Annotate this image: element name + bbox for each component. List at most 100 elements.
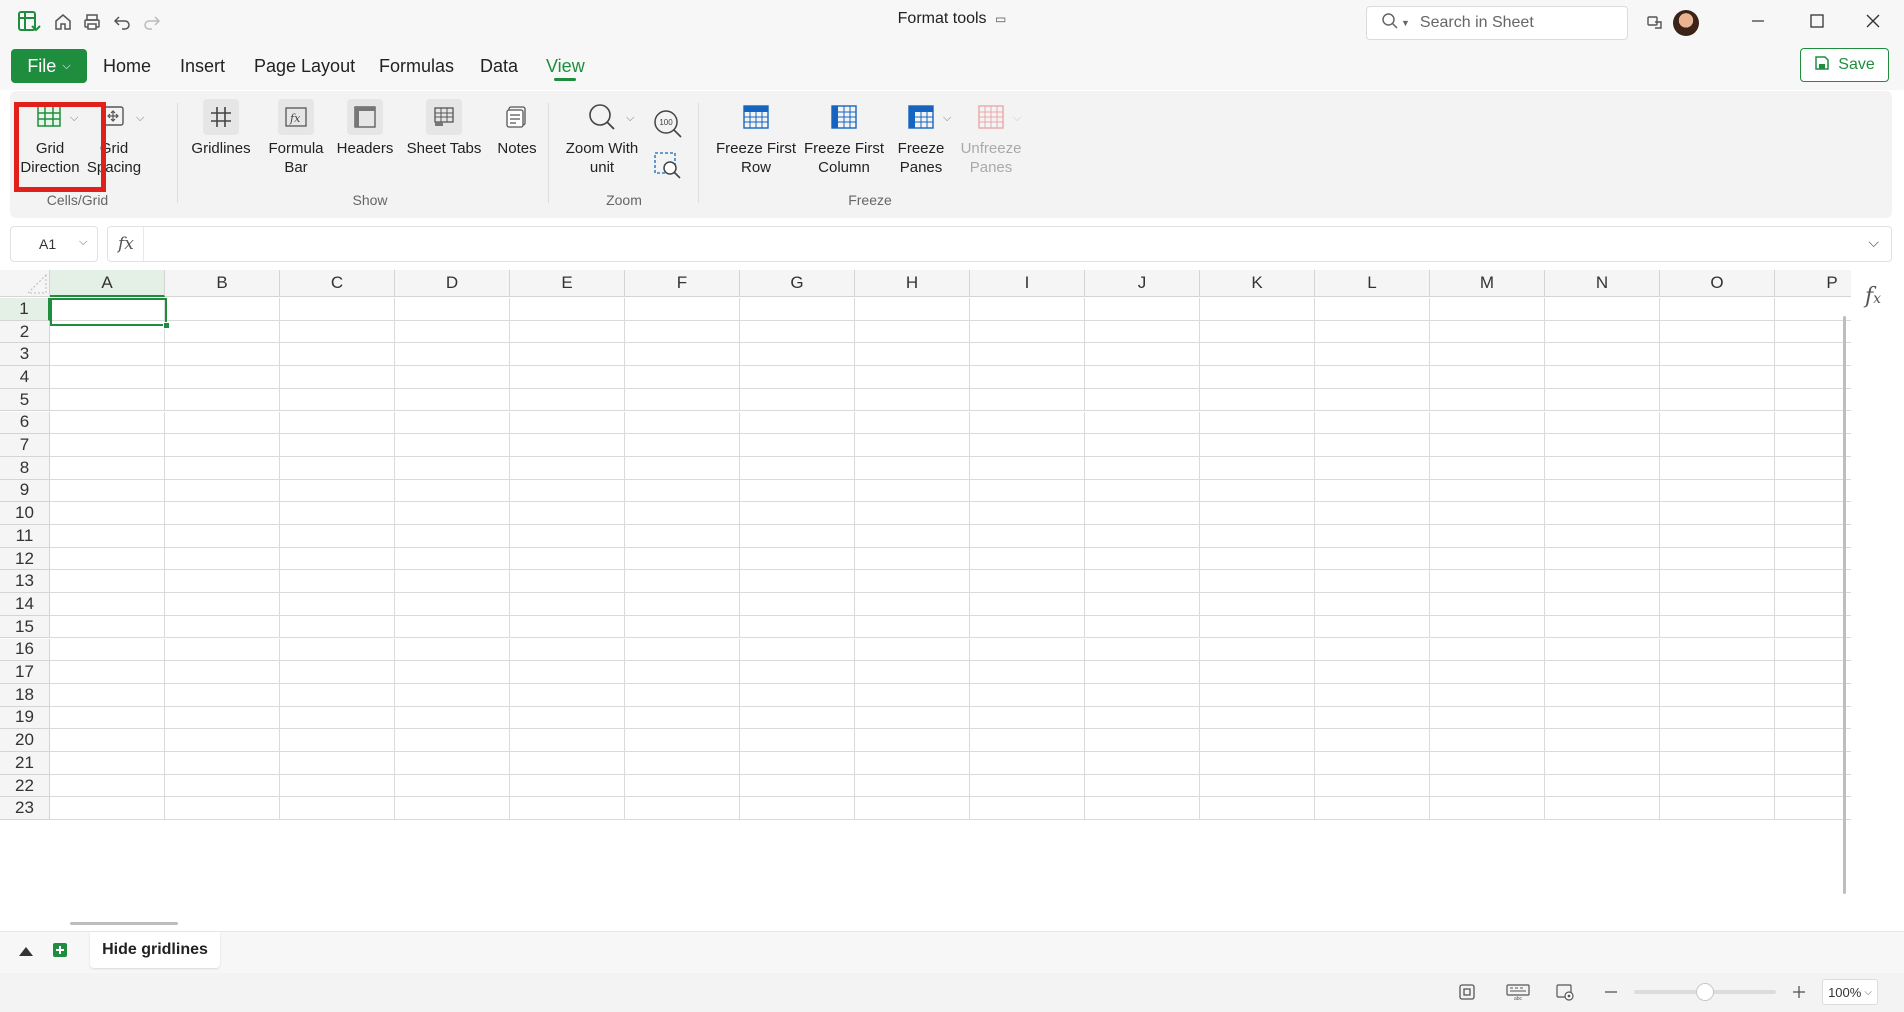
zoom-level-dropdown[interactable]: 100% ⌵ (1822, 979, 1878, 1005)
formula-bar-toggle[interactable]: fx Formula Bar (266, 99, 326, 177)
cell-p1[interactable] (1775, 298, 1851, 321)
column-header-n[interactable]: N (1545, 270, 1660, 297)
cell-d6[interactable] (395, 411, 510, 435)
cell-k6[interactable] (1200, 411, 1315, 435)
cell-n21[interactable] (1545, 752, 1660, 775)
cell-m13[interactable] (1430, 570, 1545, 594)
cell-a18[interactable] (50, 683, 165, 707)
cell-n23[interactable] (1545, 797, 1660, 821)
zoom-to-selection-button[interactable] (653, 151, 683, 181)
cell-o19[interactable] (1660, 706, 1775, 730)
cell-b20[interactable] (165, 729, 280, 752)
cell-m20[interactable] (1430, 729, 1545, 752)
cell-h10[interactable] (855, 502, 970, 525)
cell-m16[interactable] (1430, 638, 1545, 662)
cell-f10[interactable] (625, 502, 740, 525)
minimize-button[interactable] (1736, 4, 1780, 38)
cell-i20[interactable] (970, 729, 1085, 752)
undo-icon[interactable] (108, 8, 136, 36)
horizontal-scrollbar[interactable] (70, 922, 178, 925)
cell-i11[interactable] (970, 525, 1085, 548)
column-header-l[interactable]: L (1315, 270, 1430, 297)
cell-e15[interactable] (510, 615, 625, 639)
row-header-10[interactable]: 10 (0, 502, 50, 525)
cell-o4[interactable] (1660, 366, 1775, 389)
cell-b10[interactable] (165, 502, 280, 525)
cell-c18[interactable] (280, 683, 395, 707)
cell-k5[interactable] (1200, 388, 1315, 412)
cell-p4[interactable] (1775, 366, 1851, 389)
menu-formulas[interactable]: Formulas (379, 56, 454, 77)
cell-p6[interactable] (1775, 412, 1851, 435)
cell-n18[interactable] (1545, 683, 1660, 707)
cell-h12[interactable] (855, 547, 970, 571)
cell-b4[interactable] (165, 366, 280, 389)
column-header-b[interactable]: B (165, 270, 280, 297)
cell-l5[interactable] (1315, 388, 1430, 412)
cell-a17[interactable] (50, 661, 165, 684)
zoom-in-icon[interactable] (1787, 981, 1811, 1003)
cell-a21[interactable] (50, 752, 165, 775)
sheet-tab-hide-gridlines[interactable]: Hide gridlines (90, 932, 220, 968)
cell-b23[interactable] (165, 797, 280, 821)
cell-i9[interactable] (970, 479, 1085, 503)
cell-n22[interactable] (1545, 774, 1660, 798)
chevron-down-icon[interactable]: ⌵ (943, 109, 951, 128)
cell-d15[interactable] (395, 615, 510, 639)
cell-k14[interactable] (1200, 593, 1315, 616)
cell-j15[interactable] (1085, 615, 1200, 639)
cell-d5[interactable] (395, 388, 510, 412)
row-header-20[interactable]: 20 (0, 729, 50, 752)
row-header-21[interactable]: 21 (0, 752, 50, 775)
cell-p13[interactable] (1775, 570, 1851, 594)
cell-d22[interactable] (395, 774, 510, 798)
cell-p18[interactable] (1775, 684, 1851, 707)
cell-a11[interactable] (50, 525, 165, 548)
add-sheet-icon[interactable] (52, 942, 68, 963)
sheet-tabs-toggle[interactable]: Sheet Tabs (404, 99, 484, 158)
cell-f3[interactable] (625, 343, 740, 367)
cell-k20[interactable] (1200, 729, 1315, 752)
cell-f16[interactable] (625, 638, 740, 662)
cell-i22[interactable] (970, 774, 1085, 798)
cell-j14[interactable] (1085, 593, 1200, 616)
cell-n4[interactable] (1545, 366, 1660, 389)
row-header-13[interactable]: 13 (0, 570, 50, 594)
cell-b22[interactable] (165, 774, 280, 798)
zoom-with-unit-button[interactable]: ⌵ Zoom With unit (562, 99, 642, 177)
column-header-f[interactable]: F (625, 270, 740, 297)
cell-l13[interactable] (1315, 570, 1430, 594)
cell-j7[interactable] (1085, 434, 1200, 457)
cell-c23[interactable] (280, 797, 395, 821)
fx-icon[interactable]: fx (118, 234, 134, 254)
cell-d9[interactable] (395, 479, 510, 503)
row-header-7[interactable]: 7 (0, 434, 50, 457)
row-header-4[interactable]: 4 (0, 366, 50, 389)
cell-n17[interactable] (1545, 661, 1660, 684)
cell-o23[interactable] (1660, 797, 1775, 821)
cell-i3[interactable] (970, 343, 1085, 367)
cell-c5[interactable] (280, 388, 395, 412)
cell-h11[interactable] (855, 525, 970, 548)
cell-h16[interactable] (855, 638, 970, 662)
close-button[interactable] (1851, 4, 1895, 38)
cell-m17[interactable] (1430, 661, 1545, 684)
cell-d4[interactable] (395, 366, 510, 389)
cell-i14[interactable] (970, 593, 1085, 616)
cell-j11[interactable] (1085, 525, 1200, 548)
cell-k7[interactable] (1200, 434, 1315, 457)
cell-e8[interactable] (510, 456, 625, 480)
cell-k9[interactable] (1200, 479, 1315, 503)
zoom-slider-thumb[interactable] (1696, 983, 1714, 1001)
cell-b14[interactable] (165, 593, 280, 616)
cell-b19[interactable] (165, 706, 280, 730)
cell-d2[interactable] (395, 320, 510, 344)
formula-input-box[interactable]: fx ⌵ (107, 226, 1892, 262)
file-menu-button[interactable]: File ⌵ (11, 49, 87, 83)
cell-e5[interactable] (510, 388, 625, 412)
avatar[interactable] (1673, 10, 1699, 36)
cell-c16[interactable] (280, 638, 395, 662)
cell-e20[interactable] (510, 729, 625, 752)
cell-e7[interactable] (510, 434, 625, 457)
cell-c22[interactable] (280, 774, 395, 798)
